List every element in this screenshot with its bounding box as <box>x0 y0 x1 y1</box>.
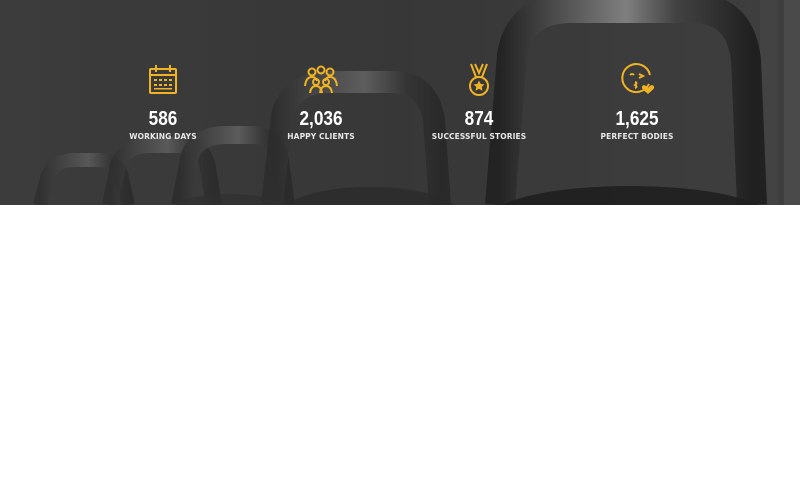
stat-label: WORKING DAYS <box>129 132 197 141</box>
stat-number: 586 <box>148 108 178 130</box>
stat-label: PERFECT BODIES <box>600 132 674 141</box>
stat-number: 874 <box>464 108 494 130</box>
stat-perfect-bodies: 1,625 PERFECT BODIES <box>557 62 717 142</box>
stat-successful-stories: 874 SUCCESSFUL STORIES <box>399 62 559 142</box>
group-icon <box>304 65 338 94</box>
calendar-icon <box>149 65 177 94</box>
stat-happy-clients: 2,036 HAPPY CLIENTS <box>241 62 401 142</box>
wink-heart-face-icon <box>621 63 655 94</box>
stat-working-days: 586 WORKING DAYS <box>83 62 243 142</box>
medal-icon <box>469 63 489 96</box>
stat-label: HAPPY CLIENTS <box>287 132 355 141</box>
blank-content-area <box>0 205 800 500</box>
stat-label: SUCCESSFUL STORIES <box>431 132 527 141</box>
stat-number: 1,625 <box>615 108 659 130</box>
stats-section: 586 WORKING DAYS 2,036 HAPPY CLIENTS 874… <box>0 0 800 205</box>
stat-number: 2,036 <box>299 108 343 130</box>
